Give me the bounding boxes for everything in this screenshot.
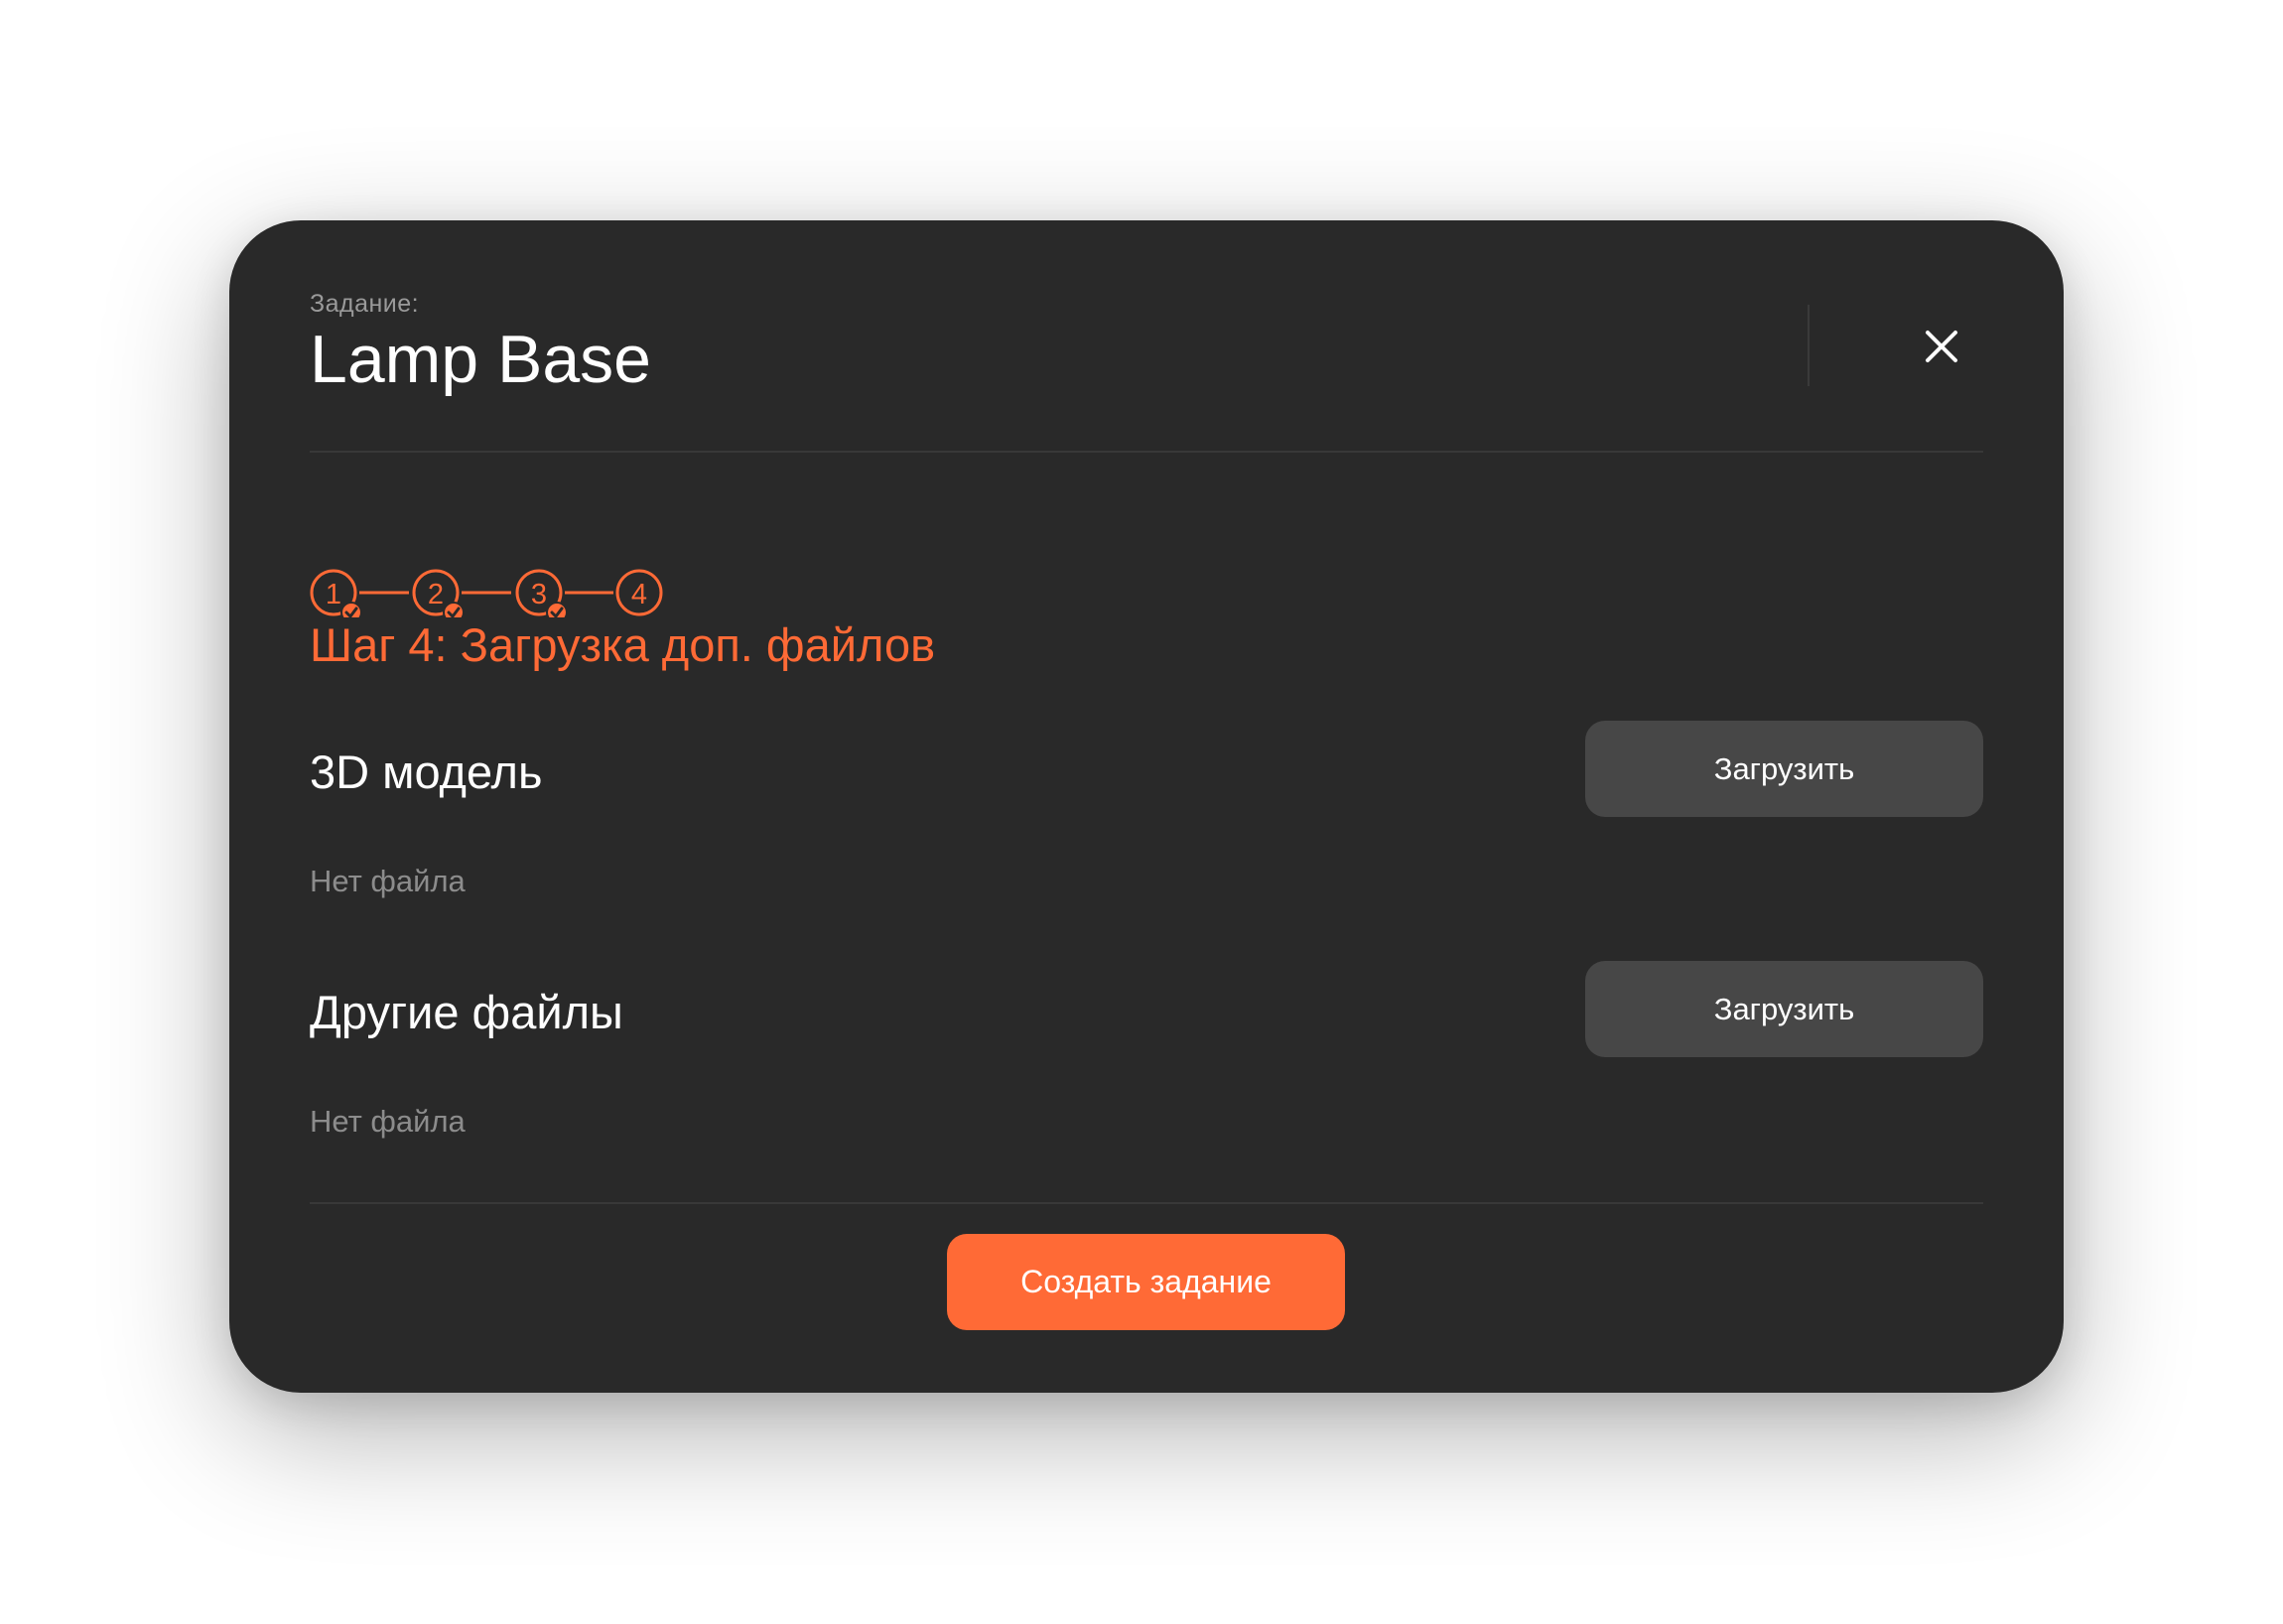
create-task-modal: Задание: Lamp Base 1 2 3 4 Шаг 4: Загруз… xyxy=(229,220,2064,1393)
step-1: 1 xyxy=(310,569,362,617)
upload-other-files-button[interactable]: Загрузить xyxy=(1585,961,1983,1057)
step-2: 2 xyxy=(412,569,465,617)
section-3d-model-status: Нет файла xyxy=(310,864,466,898)
upload-3d-model-button[interactable]: Загрузить xyxy=(1585,721,1983,817)
svg-text:1: 1 xyxy=(326,579,341,610)
footer-separator xyxy=(310,1202,1983,1204)
stepper: 1 2 3 4 xyxy=(310,548,707,617)
header-divider xyxy=(1808,305,1810,386)
header-separator xyxy=(310,451,1983,453)
create-task-button[interactable]: Создать задание xyxy=(947,1234,1345,1330)
svg-text:3: 3 xyxy=(531,579,547,610)
close-icon xyxy=(1926,331,1957,362)
close-button[interactable] xyxy=(1917,322,1966,371)
svg-text:4: 4 xyxy=(631,579,647,610)
section-other-files-status: Нет файла xyxy=(310,1104,466,1139)
step-4: 4 xyxy=(615,569,663,616)
check-icon xyxy=(443,602,465,617)
task-title: Lamp Base xyxy=(310,322,651,397)
step-3: 3 xyxy=(515,569,568,617)
svg-text:2: 2 xyxy=(428,579,444,610)
current-step-title: Шаг 4: Загрузка доп. файлов xyxy=(310,618,936,671)
check-icon xyxy=(546,602,568,617)
section-3d-model-title: 3D модель xyxy=(310,745,543,798)
section-other-files-title: Другие файлы xyxy=(310,986,623,1038)
check-icon xyxy=(340,602,362,617)
task-label: Задание: xyxy=(310,290,420,318)
